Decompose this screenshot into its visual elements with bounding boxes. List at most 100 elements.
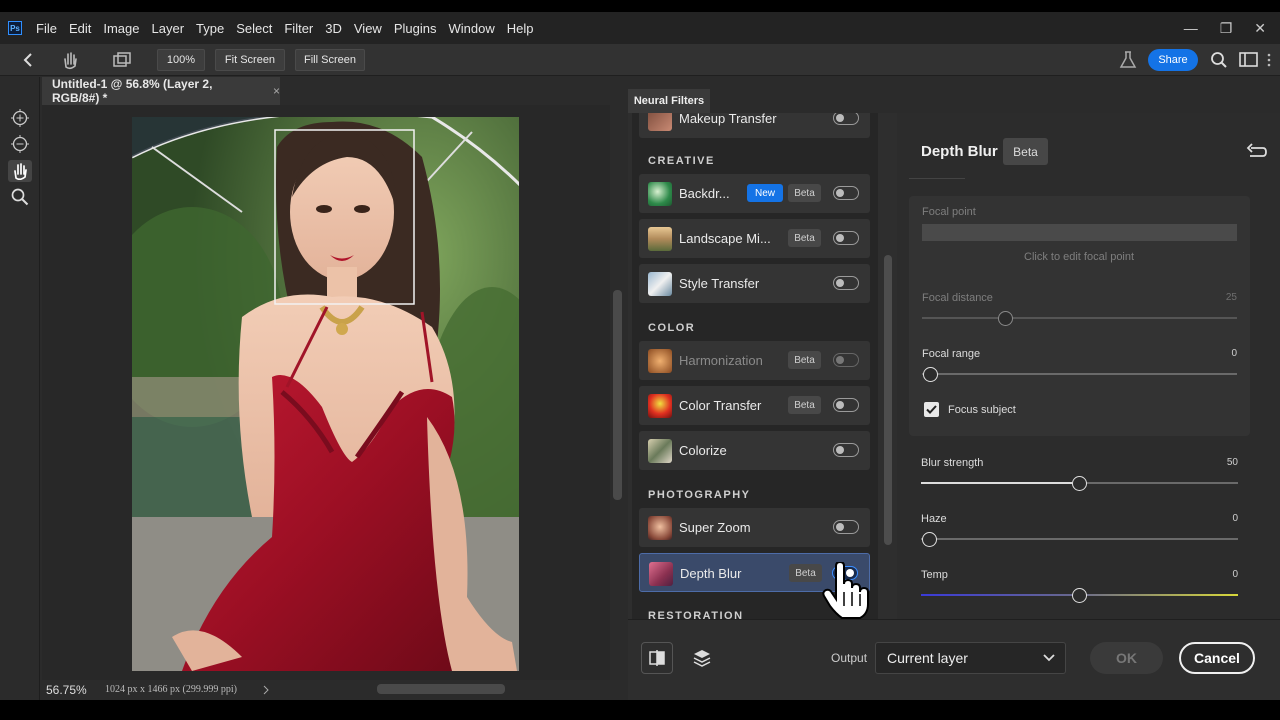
toggle-switch[interactable] xyxy=(833,231,859,245)
new-badge: New xyxy=(747,184,783,202)
filter-row-backdrop[interactable]: Backdr... New Beta xyxy=(639,174,870,213)
focal-distance-track[interactable] xyxy=(922,317,1237,319)
menu-filter[interactable]: Filter xyxy=(284,21,313,36)
search-icon[interactable] xyxy=(1210,51,1228,69)
haze-slider-thumb[interactable] xyxy=(922,532,937,547)
haze-track[interactable] xyxy=(921,538,1238,540)
cancel-button[interactable]: Cancel xyxy=(1179,642,1255,674)
zoom-out-tool[interactable] xyxy=(8,133,32,155)
filter-name: Harmonization xyxy=(679,353,763,368)
filter-row-colorize[interactable]: Colorize xyxy=(639,431,870,470)
filter-row-landscape-mixer[interactable]: Landscape Mi... Beta xyxy=(639,219,870,258)
zoom-100-button[interactable]: 100% xyxy=(157,49,205,71)
status-arrow-icon[interactable] xyxy=(262,685,270,695)
output-selected-value: Current layer xyxy=(887,650,968,666)
toggle-switch[interactable] xyxy=(833,520,859,534)
menu-view[interactable]: View xyxy=(354,21,382,36)
beta-badge: Beta xyxy=(788,351,821,369)
canvas-scroll-thumb[interactable] xyxy=(613,290,622,500)
temp-slider-thumb[interactable] xyxy=(1072,588,1087,603)
share-button[interactable]: Share xyxy=(1148,49,1198,71)
document-dimensions: 1024 px x 1466 px (299.999 ppi) xyxy=(105,684,237,695)
menu-plugins[interactable]: Plugins xyxy=(394,21,437,36)
color-transfer-icon xyxy=(648,394,672,418)
filter-list: Makeup Transfer CREATIVE Backdr... New B… xyxy=(632,113,878,619)
hand-tool[interactable] xyxy=(8,160,32,182)
focal-range-slider-thumb[interactable] xyxy=(923,367,938,382)
reset-button[interactable] xyxy=(1244,138,1270,164)
close-button[interactable]: ✕ xyxy=(1254,20,1266,37)
before-after-button[interactable] xyxy=(641,642,673,674)
toggle-switch[interactable] xyxy=(833,186,859,200)
portrait-photo xyxy=(132,117,519,671)
document-image[interactable] xyxy=(132,117,519,671)
blur-strength-slider-thumb[interactable] xyxy=(1072,476,1087,491)
blur-strength-value: 50 xyxy=(1226,457,1238,468)
hand-tool-icon[interactable] xyxy=(60,50,80,70)
checkmark-icon xyxy=(926,405,937,414)
menu-image[interactable]: Image xyxy=(103,21,139,36)
output-select[interactable]: Current layer xyxy=(875,642,1066,674)
toggle-switch[interactable] xyxy=(833,276,859,290)
filter-list-scroll-thumb[interactable] xyxy=(884,255,892,545)
zoom-tool[interactable] xyxy=(8,186,32,208)
filter-row-color-transfer[interactable]: Color Transfer Beta xyxy=(639,386,870,425)
toggle-switch[interactable] xyxy=(833,398,859,412)
menu-layer[interactable]: Layer xyxy=(152,21,185,36)
focal-point-hint[interactable]: Click to edit focal point xyxy=(1024,251,1134,263)
beta-badge: Beta xyxy=(788,229,821,247)
close-document-icon[interactable]: × xyxy=(273,84,280,98)
hand-icon xyxy=(14,163,27,180)
menu-help[interactable]: Help xyxy=(507,21,534,36)
menu-file[interactable]: File xyxy=(36,21,57,36)
minimize-button[interactable]: — xyxy=(1184,20,1198,36)
filter-row-super-zoom[interactable]: Super Zoom xyxy=(639,508,870,547)
flask-icon[interactable] xyxy=(1118,50,1138,70)
filter-row-style-transfer[interactable]: Style Transfer xyxy=(639,264,870,303)
layer-preview-button[interactable] xyxy=(686,642,718,674)
back-arrow-icon[interactable] xyxy=(20,52,36,68)
zoom-level[interactable]: 56.75% xyxy=(46,683,87,697)
haze-label: Haze xyxy=(921,513,947,525)
workspace-icon[interactable] xyxy=(1239,51,1259,69)
document-tab[interactable]: Untitled-1 @ 56.8% (Layer 2, RGB/8#) * × xyxy=(42,77,280,105)
photoshop-logo-icon: Ps xyxy=(8,21,22,35)
menu-edit[interactable]: Edit xyxy=(69,21,91,36)
settings-beta-badge: Beta xyxy=(1003,138,1048,165)
menu-type[interactable]: Type xyxy=(196,21,224,36)
undo-reset-icon xyxy=(1246,143,1267,157)
depth-blur-icon xyxy=(649,562,673,586)
filter-name: Color Transfer xyxy=(679,398,762,413)
restore-button[interactable]: ❐ xyxy=(1220,20,1233,37)
menu-window[interactable]: Window xyxy=(448,21,494,36)
focal-distance-label: Focal distance xyxy=(922,292,993,304)
focal-range-track[interactable] xyxy=(922,373,1237,375)
horizontal-scroll-thumb[interactable] xyxy=(377,684,505,694)
neural-filters-tab[interactable]: Neural Filters xyxy=(628,89,710,113)
menu-bar: Ps File Edit Image Layer Type Select Fil… xyxy=(0,12,1280,44)
bottom-letterbox xyxy=(0,700,1280,720)
makeup-transfer-icon xyxy=(648,113,672,131)
more-options-icon[interactable] xyxy=(1266,52,1272,68)
toggle-switch[interactable] xyxy=(833,113,859,125)
section-photography: PHOTOGRAPHY xyxy=(648,489,751,501)
menu-select[interactable]: Select xyxy=(236,21,272,36)
arrange-windows-icon[interactable] xyxy=(112,50,132,70)
ok-button[interactable]: OK xyxy=(1090,642,1163,674)
focus-subject-checkbox[interactable] xyxy=(924,402,939,417)
focal-distance-slider-thumb[interactable] xyxy=(998,311,1013,326)
filter-row-makeup-transfer[interactable]: Makeup Transfer xyxy=(639,113,870,138)
fill-screen-button[interactable]: Fill Screen xyxy=(295,49,365,71)
split-view-icon xyxy=(649,650,665,666)
window-controls: — ❐ ✕ xyxy=(1184,12,1266,44)
top-letterbox xyxy=(0,0,1280,12)
filter-name: Depth Blur xyxy=(680,566,742,581)
filter-name: Makeup Transfer xyxy=(679,113,777,126)
fit-screen-button[interactable]: Fit Screen xyxy=(215,49,285,71)
focus-subject-label: Focus subject xyxy=(948,404,1016,416)
focal-distance-value: 25 xyxy=(1225,292,1237,303)
menu-3d[interactable]: 3D xyxy=(325,21,342,36)
toggle-switch[interactable] xyxy=(833,443,859,457)
zoom-in-tool[interactable] xyxy=(8,107,32,129)
focal-point-field[interactable] xyxy=(922,224,1237,241)
